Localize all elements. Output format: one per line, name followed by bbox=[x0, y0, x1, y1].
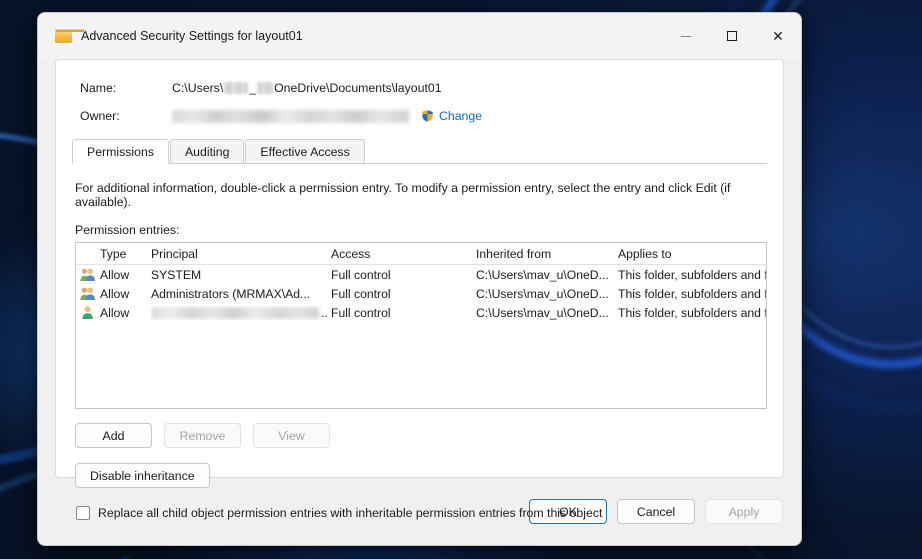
permission-entries-list[interactable]: Type Principal Access Inherited from App… bbox=[75, 242, 767, 409]
window-title: Advanced Security Settings for layout01 bbox=[81, 29, 303, 43]
view-button: View bbox=[253, 423, 330, 448]
tab-effective-access-label: Effective Access bbox=[260, 144, 350, 159]
close-icon: ✕ bbox=[772, 28, 784, 44]
cell-inherited-from: C:\Users\mav_u\OneD... bbox=[476, 267, 609, 282]
column-header-inherited-from[interactable]: Inherited from bbox=[476, 247, 618, 261]
owner-row: Owner: Change bbox=[80, 105, 767, 127]
title-bar: Advanced Security Settings for layout01 … bbox=[38, 13, 801, 59]
cell-type: Allow bbox=[100, 286, 130, 301]
name-label: Name: bbox=[80, 81, 117, 95]
object-info: Name: C:\Users\ _ OneDrive\Documents\layou… bbox=[80, 77, 767, 127]
user-icon bbox=[76, 305, 100, 320]
replace-child-permissions-label: Replace all child object permission entr… bbox=[98, 506, 603, 520]
name-value-prefix: C:\Users\ bbox=[172, 81, 224, 95]
cell-access: Full control bbox=[331, 267, 391, 282]
table-row[interactable]: Allow Administrators (MRMAX\Ad... Full c… bbox=[76, 284, 766, 303]
cell-principal-redacted: .. bbox=[151, 306, 331, 320]
title-bar-left: Advanced Security Settings for layout01 bbox=[38, 29, 303, 43]
column-header-access[interactable]: Access bbox=[331, 247, 476, 261]
cell-principal: SYSTEM bbox=[151, 267, 202, 282]
tab-auditing-label: Auditing bbox=[184, 144, 230, 159]
name-redaction-2 bbox=[257, 82, 274, 94]
owner-value-redacted bbox=[172, 109, 409, 123]
cell-access: Full control bbox=[331, 286, 391, 301]
cell-type: Allow bbox=[100, 305, 130, 320]
replace-child-permissions-row[interactable]: Replace all child object permission entr… bbox=[76, 506, 767, 520]
tab-permissions[interactable]: Permissions bbox=[72, 139, 169, 164]
maximize-button[interactable] bbox=[709, 13, 755, 59]
table-header-row: Type Principal Access Inherited from App… bbox=[76, 243, 766, 265]
folder-icon bbox=[55, 29, 85, 43]
instruction-text: For additional information, double-click… bbox=[75, 181, 731, 209]
minimize-button[interactable] bbox=[663, 13, 709, 59]
table-row[interactable]: Allow SYSTEM Full control C:\Users\mav_u… bbox=[76, 265, 766, 284]
cell-applies-to: This folder, subfolders and files bbox=[618, 267, 766, 282]
cell-inherited-from: C:\Users\mav_u\OneD... bbox=[476, 286, 609, 301]
table-row[interactable]: Allow .. Full control C:\Users\mav_u\One… bbox=[76, 303, 766, 322]
column-header-applies-to[interactable]: Applies to bbox=[618, 247, 766, 261]
add-button[interactable]: Add bbox=[75, 423, 152, 448]
tab-permissions-label: Permissions bbox=[87, 144, 154, 159]
name-row: Name: C:\Users\ _ OneDrive\Documents\layou… bbox=[80, 77, 767, 99]
cell-access: Full control bbox=[331, 305, 391, 320]
permission-entries-label: Permission entries: bbox=[75, 223, 180, 237]
principal-ellipsis: .. bbox=[321, 305, 328, 320]
entry-actions: Add Remove View bbox=[75, 423, 767, 448]
tab-strip: Permissions Auditing Effective Access bbox=[72, 139, 767, 164]
change-owner-link[interactable]: Change bbox=[421, 109, 482, 123]
replace-child-permissions-checkbox[interactable] bbox=[76, 506, 90, 520]
cell-type: Allow bbox=[100, 267, 130, 282]
tab-effective-access[interactable]: Effective Access bbox=[245, 139, 365, 163]
name-value-mid: _ bbox=[249, 81, 257, 95]
close-button[interactable]: ✕ bbox=[755, 13, 801, 59]
tab-auditing[interactable]: Auditing bbox=[169, 139, 245, 163]
cell-principal: Administrators (MRMAX\Ad... bbox=[151, 286, 311, 301]
remove-button: Remove bbox=[164, 423, 241, 448]
advanced-security-settings-dialog: Advanced Security Settings for layout01 … bbox=[37, 12, 802, 546]
desktop: Advanced Security Settings for layout01 … bbox=[0, 0, 922, 559]
maximize-icon bbox=[727, 31, 737, 41]
group-icon bbox=[76, 267, 100, 282]
disable-inheritance-button[interactable]: Disable inheritance bbox=[75, 463, 210, 488]
uac-shield-icon bbox=[421, 109, 434, 123]
cell-inherited-from: C:\Users\mav_u\OneD... bbox=[476, 305, 609, 320]
name-value-suffix: OneDrive\Documents\layout01 bbox=[274, 81, 442, 95]
principal-redaction bbox=[151, 306, 319, 319]
change-label: Change bbox=[439, 109, 483, 123]
group-icon bbox=[76, 286, 100, 301]
column-header-principal[interactable]: Principal bbox=[151, 247, 331, 261]
name-redaction-1 bbox=[224, 82, 249, 94]
cell-applies-to: This folder, subfolders and files bbox=[618, 286, 766, 301]
cell-applies-to: This folder, subfolders and files bbox=[618, 305, 766, 320]
name-value: C:\Users\ _ OneDrive\Documents\layout01 bbox=[172, 81, 442, 95]
content-panel: Name: C:\Users\ _ OneDrive\Documents\layou… bbox=[55, 59, 784, 520]
owner-label: Owner: bbox=[80, 109, 120, 123]
minimize-icon bbox=[681, 35, 691, 37]
column-header-type[interactable]: Type bbox=[100, 247, 151, 261]
window-controls: ✕ bbox=[663, 13, 801, 59]
